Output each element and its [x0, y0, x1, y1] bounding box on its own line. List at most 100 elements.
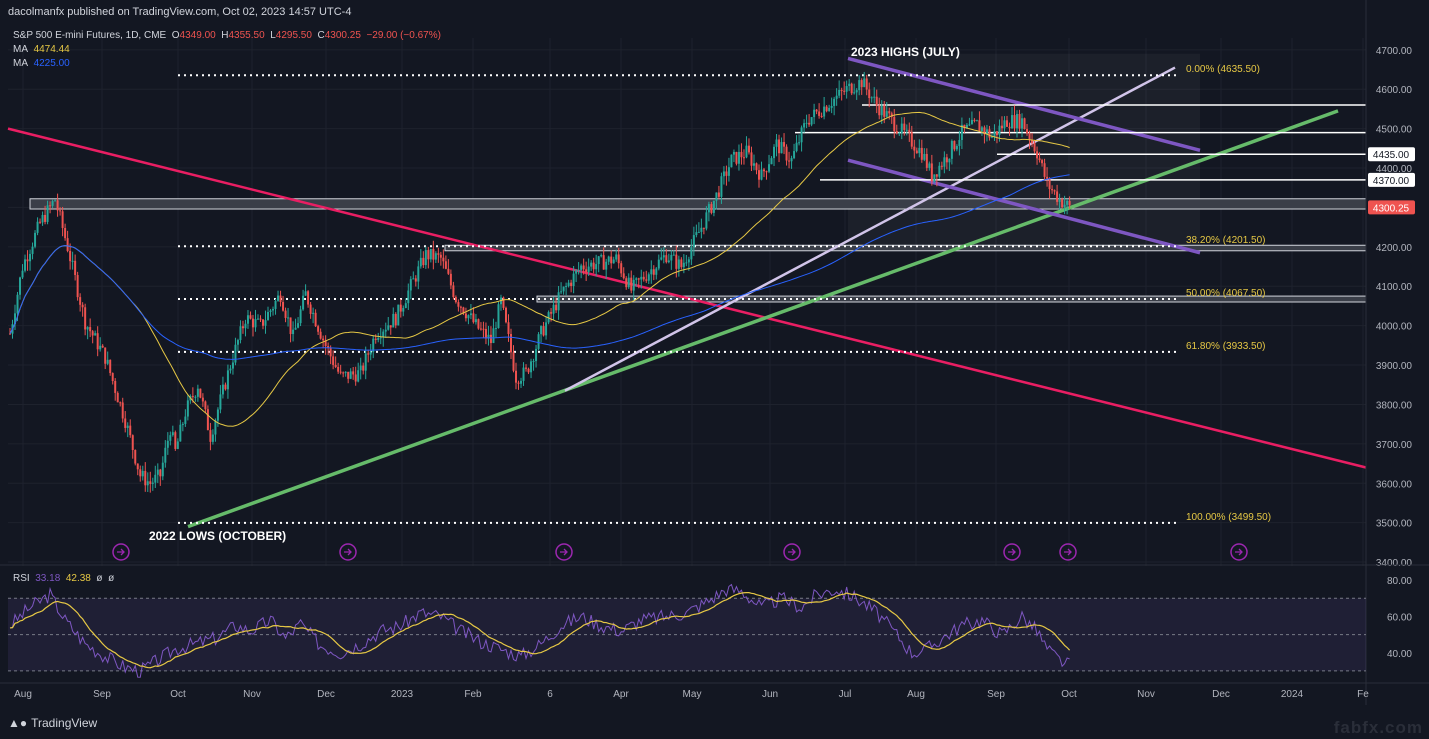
candle-body [399, 304, 402, 312]
candle-body [322, 338, 325, 341]
candle-body [464, 313, 467, 319]
candle-body [314, 312, 317, 327]
price-tick-label: 4000.00 [1376, 322, 1413, 333]
rsi-tick-label: 40.00 [1387, 649, 1412, 660]
candle-body [121, 402, 124, 419]
candle-body [457, 302, 460, 307]
candle-body [998, 125, 1001, 136]
candle-body [880, 105, 883, 116]
candle-body [517, 382, 520, 384]
candle-body [685, 262, 688, 264]
candle-body [587, 266, 590, 272]
candle-body [191, 396, 194, 398]
candle-body [211, 434, 214, 442]
candle-body [66, 238, 69, 251]
candle-body [429, 248, 432, 260]
price-badge-label: 4370.00 [1373, 176, 1410, 187]
candle-body [1063, 204, 1066, 208]
candle-body [825, 106, 828, 112]
ma2-label: MA [13, 58, 28, 69]
candle-body [650, 269, 653, 275]
arrow-right-icon [1008, 548, 1016, 556]
price-tick-label: 3400.00 [1376, 558, 1413, 569]
candle-body [923, 153, 926, 160]
time-tick-label: Apr [613, 689, 629, 700]
chart-canvas: 0.00% (4635.50) 38.20% (4201.50) 50.00% (4… [0, 0, 1429, 705]
candle-body [1033, 143, 1036, 152]
candle-body [870, 97, 873, 99]
candle-body [354, 374, 357, 382]
rsi-na-1: ø [96, 573, 103, 584]
price-tick-label: 4200.00 [1376, 243, 1413, 254]
candle-body [625, 278, 628, 288]
candle-body [672, 254, 675, 256]
candle-body [389, 325, 392, 328]
candle-body [114, 380, 117, 393]
open-label: O [171, 30, 180, 41]
candle-body [36, 221, 39, 233]
candle-body [339, 371, 342, 373]
candle-body [479, 328, 482, 330]
candle-body [244, 323, 247, 329]
ma-legend-2: MA 4225.00 [13, 58, 70, 69]
candle-body [166, 440, 169, 448]
rsi-label: RSI [13, 573, 30, 584]
candle-body [39, 221, 42, 223]
candle-body [958, 140, 961, 146]
candle-body [349, 371, 352, 379]
time-tick-label: Oct [1061, 689, 1077, 700]
candle-body [184, 416, 187, 424]
time-tick-label: 2023 [391, 689, 414, 700]
candle-body [484, 328, 487, 339]
candle-body [1026, 129, 1029, 134]
time-tick-label: 2024 [1281, 689, 1304, 700]
candle-body [557, 292, 560, 311]
candle-body [359, 365, 362, 371]
candle-body [434, 253, 437, 260]
candle-body [1016, 113, 1019, 129]
candle-body [537, 334, 540, 349]
candle-body [196, 388, 199, 397]
fib-label: 50.00% (4067.50) [1186, 288, 1266, 299]
candle-body [755, 163, 758, 171]
candle-body [695, 232, 698, 236]
candle-body [715, 192, 718, 201]
candle-body [414, 278, 417, 282]
candle-body [44, 214, 47, 222]
candle-body [823, 106, 826, 117]
candle-body [146, 481, 149, 486]
price-tick-label: 3900.00 [1376, 361, 1413, 372]
candle-body [231, 362, 234, 369]
candle-body [978, 120, 981, 132]
candle-body [815, 109, 818, 112]
candle-body [742, 157, 745, 159]
candle-body [830, 105, 833, 108]
candle-body [1021, 118, 1024, 129]
candle-body [657, 259, 660, 269]
candle-body [788, 160, 791, 162]
candle-body [1051, 189, 1054, 191]
candle-body [705, 212, 708, 229]
candle-body [334, 364, 337, 367]
candle-body [417, 266, 420, 282]
candle-body [249, 315, 252, 319]
candle-body [765, 171, 768, 173]
candle-body [444, 261, 447, 269]
candle-body [239, 326, 242, 341]
candle-body [502, 297, 505, 308]
candle-body [848, 83, 851, 87]
candle-body [251, 318, 254, 328]
arrow-right-icon [1064, 548, 1072, 556]
candle-body [530, 361, 533, 373]
candle-body [808, 122, 811, 125]
candle-body [49, 205, 52, 207]
candle-body [384, 329, 387, 332]
candle-body [1008, 126, 1011, 129]
candle-body [226, 370, 229, 390]
candle-body [1066, 201, 1069, 205]
time-tick-label: Aug [14, 689, 32, 700]
candle-body [109, 359, 112, 374]
tradingview-brand[interactable]: ▲● TradingView [8, 716, 97, 730]
candle-body [317, 326, 320, 332]
ma1-label: MA [13, 44, 28, 55]
